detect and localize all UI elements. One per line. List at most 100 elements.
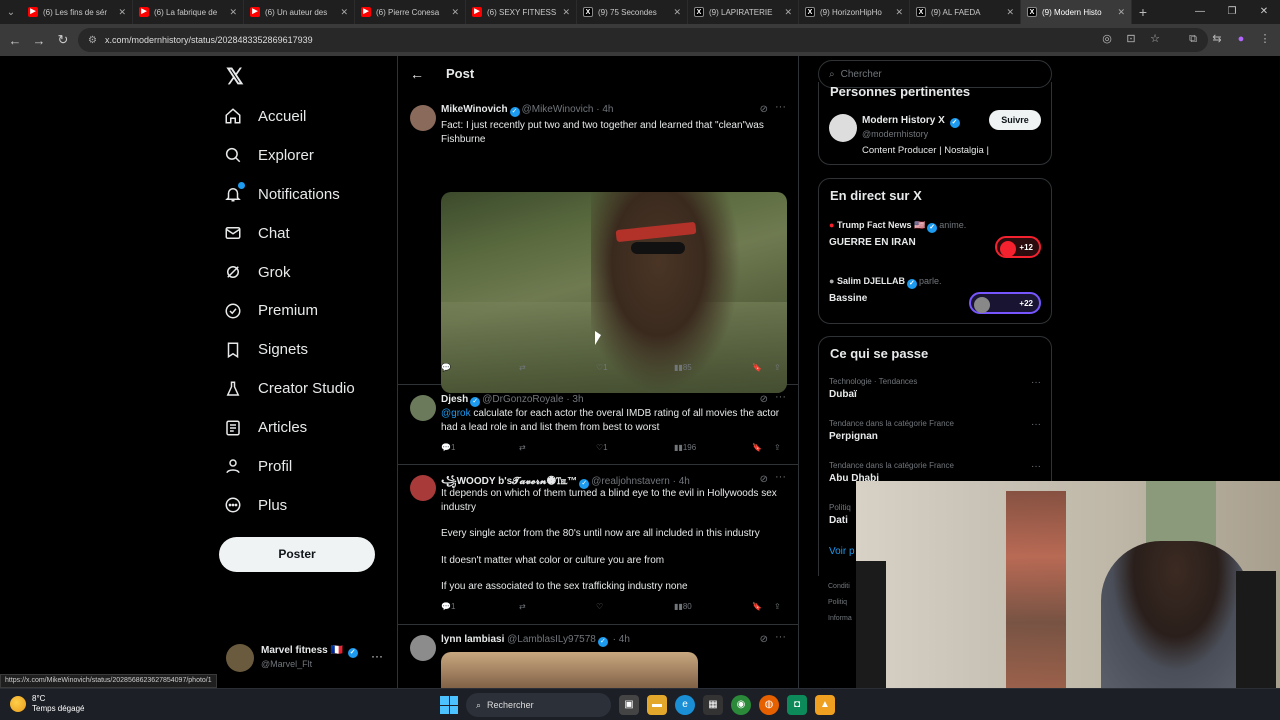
share-icon[interactable]: ⇪: [774, 602, 781, 611]
tab-search-icon[interactable]: ⌄: [0, 0, 22, 24]
browser-tab[interactable]: X (9) AL FAEDA ✕: [910, 0, 1021, 24]
retweet-icon[interactable]: ⇄: [519, 443, 526, 452]
live-title[interactable]: GUERRE EN IRAN: [829, 237, 916, 248]
more-icon[interactable]: ···: [775, 391, 786, 403]
close-window-icon[interactable]: ✕: [1248, 0, 1280, 24]
close-icon[interactable]: ✕: [562, 7, 570, 18]
avatar[interactable]: [410, 635, 436, 661]
app-icon[interactable]: ◘: [787, 695, 807, 715]
grok-icon[interactable]: ⊘: [760, 394, 768, 405]
reload-icon[interactable]: ↻: [51, 32, 75, 48]
sidebar-item-more[interactable]: Plus: [224, 486, 355, 525]
sidebar-item-articles[interactable]: Articles: [224, 408, 355, 447]
tweet[interactable]: Djesh ✓ @DrGonzoRoyale · 3h ⊘ ··· @grok ca…: [398, 385, 798, 465]
sidebar-item-home[interactable]: Accueil: [224, 97, 355, 136]
sidebar-item-explore[interactable]: Explorer: [224, 136, 355, 175]
avatar[interactable]: [410, 105, 436, 131]
avatar[interactable]: [829, 114, 857, 142]
trend-name[interactable]: Dubaï: [829, 389, 857, 400]
sidebar-item-notifications[interactable]: Notifications: [224, 175, 355, 214]
file-explorer-icon[interactable]: ▬: [647, 695, 667, 715]
bookmark-icon[interactable]: 🔖: [752, 363, 762, 372]
share-icon[interactable]: ⇪: [774, 443, 781, 452]
show-more-link[interactable]: Voir p: [829, 546, 855, 557]
footer-link[interactable]: Informa: [828, 615, 852, 622]
bookmark-icon[interactable]: 🔖: [752, 443, 762, 452]
sidebar-item-grok[interactable]: Grok: [224, 253, 355, 292]
views-icon[interactable]: ▮▮ 196: [674, 443, 696, 452]
profile-icon[interactable]: ●: [1234, 32, 1248, 46]
menu-icon[interactable]: ⋮: [1258, 32, 1272, 46]
reply-icon[interactable]: 💬: [441, 363, 451, 372]
browser-tab[interactable]: X (9) HorizonHipHo ✕: [799, 0, 910, 24]
new-tab-button[interactable]: +: [1132, 4, 1154, 20]
like-icon[interactable]: ♡: [596, 602, 603, 611]
close-icon[interactable]: ✕: [1117, 7, 1125, 18]
browser-tab[interactable]: ▶ (6) Pierre Conesa ✕: [355, 0, 466, 24]
live-host[interactable]: ● Trump Fact News 🇺🇸 ✓ anime.: [829, 220, 966, 233]
tweet[interactable]: ꧁WOODY b's𝓣𝓪𝓿𝓮𝓻𝓷🏶℡™ ✓ @realjohnstavern · 4…: [398, 465, 798, 625]
sidebar-item-premium[interactable]: Premium: [224, 291, 355, 330]
sidebar-item-creator-studio[interactable]: Creator Studio: [224, 369, 355, 408]
like-icon[interactable]: ♡ 1: [596, 443, 608, 452]
post-button[interactable]: Poster: [219, 537, 375, 572]
site-info-icon[interactable]: ⚙: [88, 35, 97, 46]
windows-start-icon[interactable]: [440, 696, 458, 714]
maximize-icon[interactable]: ❐: [1216, 0, 1248, 24]
close-icon[interactable]: ✕: [673, 7, 681, 18]
close-icon[interactable]: ✕: [229, 7, 237, 18]
eye-off-icon[interactable]: ◎: [1100, 32, 1114, 46]
tweet-image[interactable]: [441, 652, 698, 688]
follow-button[interactable]: Suivre: [989, 110, 1041, 130]
retweet-icon[interactable]: ⇄: [519, 363, 526, 372]
forward-icon[interactable]: →: [27, 33, 51, 48]
footer-link[interactable]: Conditi: [828, 583, 850, 590]
retweet-icon[interactable]: ⇄: [519, 602, 526, 611]
more-icon[interactable]: ···: [775, 101, 786, 113]
back-icon[interactable]: ←: [3, 33, 27, 48]
bookmark-icon[interactable]: 🔖: [752, 602, 762, 611]
back-arrow-icon[interactable]: ←: [410, 66, 424, 82]
avatar[interactable]: [410, 395, 436, 421]
browser-tab[interactable]: ▶ (6) SEXY FITNESS ✕: [466, 0, 577, 24]
close-icon[interactable]: ✕: [451, 7, 459, 18]
grok-icon[interactable]: ⊘: [760, 104, 768, 115]
live-host[interactable]: ● Salim DJELLAB ✓ parle.: [829, 276, 941, 289]
live-title[interactable]: Bassine: [829, 293, 867, 304]
browser-tab-active[interactable]: X (9) Modern Histo ✕: [1021, 0, 1132, 24]
sidebar-item-bookmarks[interactable]: Signets: [224, 330, 355, 369]
weather-widget[interactable]: 8°C Temps dégagé: [10, 694, 84, 714]
trend-name[interactable]: Dati: [829, 515, 848, 526]
more-icon[interactable]: ···: [1031, 377, 1041, 388]
share-icon[interactable]: ⇪: [774, 363, 781, 372]
live-listeners-badge[interactable]: +12: [995, 236, 1041, 258]
live-listeners-badge[interactable]: +22: [969, 292, 1041, 314]
reply-icon[interactable]: 💬 1: [441, 443, 455, 452]
cast-icon[interactable]: ⇆: [1210, 32, 1224, 46]
browser-tab[interactable]: ▶ (6) La fabrique de ✕: [133, 0, 244, 24]
tweet[interactable]: lynn lambiasi @LamblasILy97578 ✓ · 4h ⊘ ·…: [398, 625, 798, 688]
browser-tab[interactable]: ▶ (6) Les fins de sér ✕: [22, 0, 133, 24]
taskbar-search[interactable]: ⌕ Rechercher: [466, 693, 611, 717]
minimize-icon[interactable]: —: [1184, 0, 1216, 24]
trend-name[interactable]: Perpignan: [829, 431, 878, 442]
browser-tab[interactable]: ▶ (6) Un auteur des ✕: [244, 0, 355, 24]
chrome-icon[interactable]: ◉: [731, 695, 751, 715]
close-icon[interactable]: ✕: [118, 7, 126, 18]
browser-tab[interactable]: X (9) LAPIRATERIE ✕: [688, 0, 799, 24]
browser-tab[interactable]: X (9) 75 Secondes ✕: [577, 0, 688, 24]
like-icon[interactable]: ♡ 1: [596, 363, 608, 372]
more-icon[interactable]: ···: [775, 471, 786, 483]
more-icon[interactable]: ···: [775, 631, 786, 643]
views-icon[interactable]: ▮▮ 85: [674, 363, 692, 372]
vlc-icon[interactable]: ▲: [815, 695, 835, 715]
x-logo[interactable]: 𝕏: [226, 64, 244, 90]
account-switcher[interactable]: Marvel fitness 🇫🇷 ✓ @Marvel_Flt ···: [226, 643, 386, 673]
install-icon[interactable]: ⊡: [1124, 32, 1138, 46]
more-icon[interactable]: ···: [1031, 419, 1041, 430]
grok-icon[interactable]: ⊘: [760, 474, 768, 485]
url-field[interactable]: ⚙ x.com/modernhistory/status/20284833528…: [78, 28, 1208, 52]
close-icon[interactable]: ✕: [895, 7, 903, 18]
sidebar-item-profile[interactable]: Profil: [224, 447, 355, 486]
more-icon[interactable]: ···: [371, 649, 383, 663]
